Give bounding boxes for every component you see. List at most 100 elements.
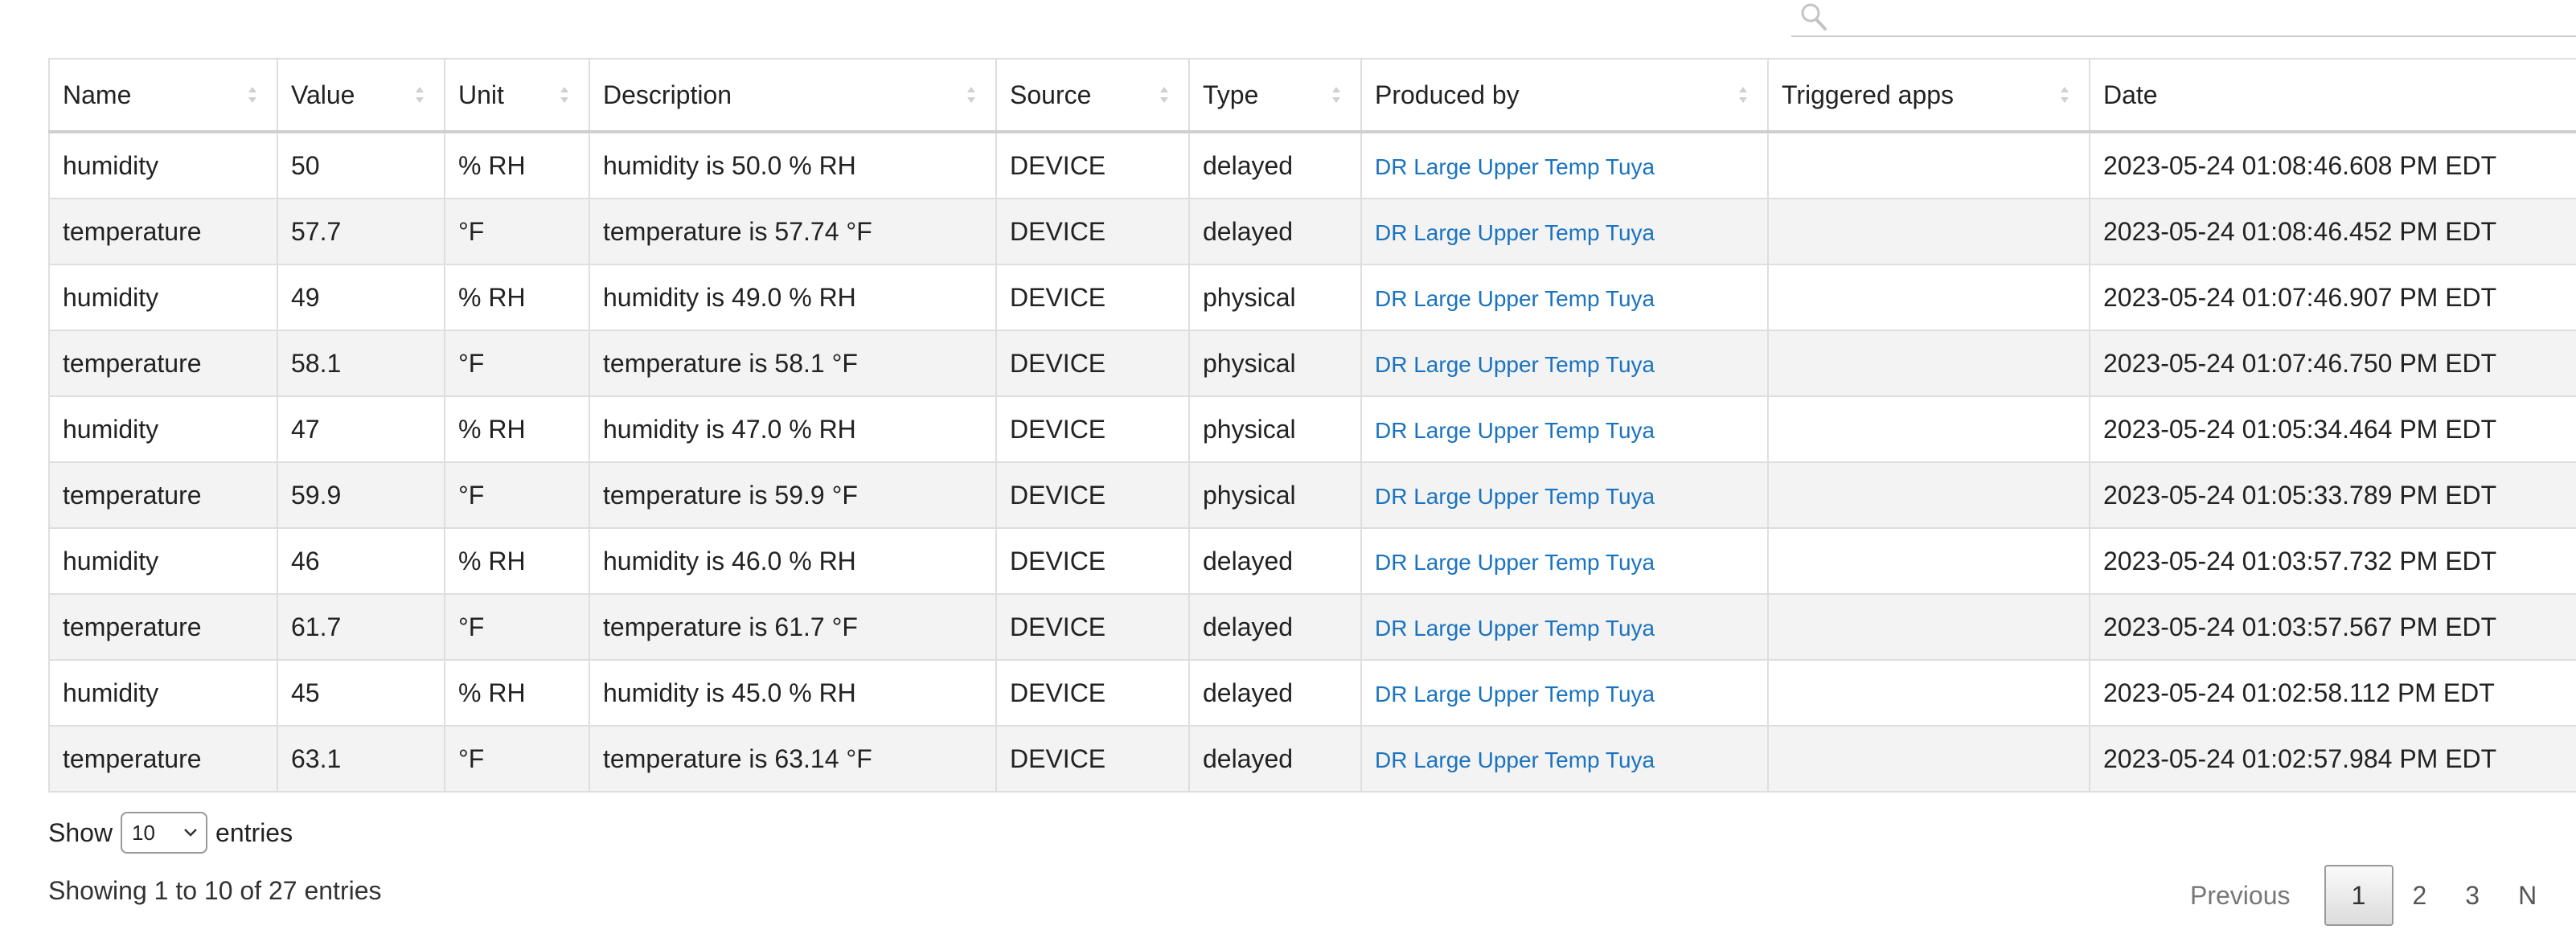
cell-triggered-apps (1767, 395, 2090, 463)
cell-type: physical (1188, 330, 1362, 397)
chevron-down-icon (184, 829, 197, 837)
page-button-1[interactable]: 1 (2324, 865, 2393, 926)
cell-date: 2023-05-24 01:05:34.464 PM EDT (2089, 395, 2576, 463)
cell-name: humidity (48, 659, 278, 727)
cell-name: humidity (48, 131, 278, 199)
sort-icon (2061, 87, 2069, 103)
cell-triggered-apps (1767, 593, 2090, 661)
cell-date: 2023-05-24 01:08:46.452 PM EDT (2089, 198, 2576, 265)
cell-description: humidity is 47.0 % RH (589, 395, 997, 463)
column-header-label: Date (2103, 80, 2158, 109)
cell-produced-by: DR Large Upper Temp Tuya (1360, 593, 1769, 661)
produced-by-link[interactable]: DR Large Upper Temp Tuya (1375, 418, 1655, 443)
table-row: humidity 46% RH humidity is 46.0 % RH DEVIC… (48, 527, 2576, 595)
cell-name: temperature (48, 461, 278, 529)
column-header-source[interactable]: Source (995, 58, 1190, 133)
sort-icon (1160, 87, 1168, 103)
cell-date: 2023-05-24 01:05:33.789 PM EDT (2089, 461, 2576, 529)
column-header-label: Type (1203, 80, 1259, 109)
column-header-value[interactable]: Value (277, 58, 445, 133)
cell-unit: °F (444, 198, 590, 265)
previous-page-button[interactable]: Previous (2171, 865, 2310, 926)
cell-date: 2023-05-24 01:07:46.907 PM EDT (2089, 264, 2576, 331)
cell-name: temperature (48, 593, 278, 661)
table-row: temperature 61.7 °F temperature is 61.7 °F D… (48, 593, 2576, 661)
column-header-triggered-apps[interactable]: Triggered apps (1767, 58, 2090, 133)
table-row: humidity 49% RH humidity is 49.0 % RH DEVIC… (48, 264, 2576, 331)
show-label: Show (48, 817, 113, 847)
sort-icon (1739, 87, 1747, 103)
column-header-description[interactable]: Description (589, 58, 997, 133)
events-table: Name Value Unit Description Source Type Produc… (48, 58, 2576, 793)
cell-value: 61.7 (277, 593, 445, 661)
cell-date: 2023-05-24 01:03:57.567 PM EDT (2089, 593, 2576, 661)
produced-by-link[interactable]: DR Large Upper Temp Tuya (1375, 682, 1655, 706)
column-header-name[interactable]: Name (48, 58, 278, 133)
table-row: temperature 58.1 °F temperature is 58.1 °F D… (48, 330, 2576, 397)
cell-type: delayed (1188, 198, 1362, 265)
column-header-produced-by[interactable]: Produced by (1360, 58, 1769, 133)
cell-unit: % RH (444, 264, 590, 331)
cell-description: temperature is 57.74 °F (589, 198, 997, 265)
column-header-label: Name (63, 80, 132, 109)
cell-type: delayed (1188, 593, 1362, 661)
cell-produced-by: DR Large Upper Temp Tuya (1360, 461, 1769, 529)
entries-length-select[interactable]: 10 (121, 812, 208, 854)
pagination: Previous 1 2 3 N (2171, 863, 2556, 928)
cell-value: 57.7 (277, 198, 445, 265)
cell-value: 58.1 (277, 330, 445, 397)
page-button-3[interactable]: 3 (2446, 865, 2499, 926)
cell-date: 2023-05-24 01:03:57.732 PM EDT (2089, 527, 2576, 595)
table-row: temperature 59.9 °F temperature is 59.9 °F D… (48, 461, 2576, 529)
column-header-unit[interactable]: Unit (444, 58, 590, 133)
cell-date: 2023-05-24 01:08:46.608 PM EDT (2089, 131, 2576, 199)
cell-type: delayed (1188, 659, 1362, 727)
search-icon (1801, 3, 1827, 31)
cell-source: DEVICE (995, 330, 1190, 397)
cell-triggered-apps (1767, 131, 2090, 199)
cell-name: temperature (48, 198, 278, 265)
entries-label: entries (215, 817, 293, 847)
cell-value: 46 (277, 527, 445, 595)
produced-by-link[interactable]: DR Large Upper Temp Tuya (1375, 286, 1655, 311)
search-input[interactable] (1840, 0, 2566, 34)
cell-description: temperature is 63.14 °F (589, 725, 997, 793)
page-button-2[interactable]: 2 (2393, 865, 2447, 926)
cell-description: temperature is 59.9 °F (589, 461, 997, 529)
table-info: Showing 1 to 10 of 27 entries (48, 876, 382, 905)
produced-by-link[interactable]: DR Large Upper Temp Tuya (1375, 484, 1655, 509)
cell-produced-by: DR Large Upper Temp Tuya (1360, 527, 1769, 595)
cell-produced-by: DR Large Upper Temp Tuya (1360, 198, 1769, 265)
search-box[interactable] (1791, 0, 2576, 37)
cell-unit: % RH (444, 131, 590, 199)
cell-source: DEVICE (995, 395, 1190, 463)
next-page-button[interactable]: N (2499, 865, 2556, 926)
column-header-label: Triggered apps (1782, 80, 1955, 109)
cell-unit: °F (444, 461, 590, 529)
cell-name: temperature (48, 330, 278, 397)
produced-by-link[interactable]: DR Large Upper Temp Tuya (1375, 550, 1655, 575)
sort-icon (416, 87, 424, 103)
column-header-type[interactable]: Type (1188, 58, 1362, 133)
column-header-label: Source (1010, 80, 1092, 109)
produced-by-link[interactable]: DR Large Upper Temp Tuya (1375, 220, 1655, 245)
cell-date: 2023-05-24 01:02:58.112 PM EDT (2089, 659, 2576, 727)
cell-unit: °F (444, 593, 590, 661)
cell-value: 45 (277, 659, 445, 727)
cell-unit: % RH (444, 395, 590, 463)
cell-produced-by: DR Large Upper Temp Tuya (1360, 395, 1769, 463)
cell-date: 2023-05-24 01:02:57.984 PM EDT (2089, 725, 2576, 793)
table-row: humidity 50% RH humidity is 50.0 % RH DEVIC… (48, 131, 2576, 199)
produced-by-link[interactable]: DR Large Upper Temp Tuya (1375, 616, 1655, 641)
column-header-date[interactable]: Date (2089, 58, 2576, 133)
produced-by-link[interactable]: DR Large Upper Temp Tuya (1375, 747, 1655, 772)
cell-triggered-apps (1767, 330, 2090, 397)
cell-date: 2023-05-24 01:07:46.750 PM EDT (2089, 330, 2576, 397)
cell-source: DEVICE (995, 198, 1190, 265)
produced-by-link[interactable]: DR Large Upper Temp Tuya (1375, 154, 1655, 179)
produced-by-link[interactable]: DR Large Upper Temp Tuya (1375, 352, 1655, 377)
cell-source: DEVICE (995, 725, 1190, 793)
cell-produced-by: DR Large Upper Temp Tuya (1360, 659, 1769, 727)
column-header-label: Value (291, 80, 355, 109)
cell-triggered-apps (1767, 461, 2090, 529)
